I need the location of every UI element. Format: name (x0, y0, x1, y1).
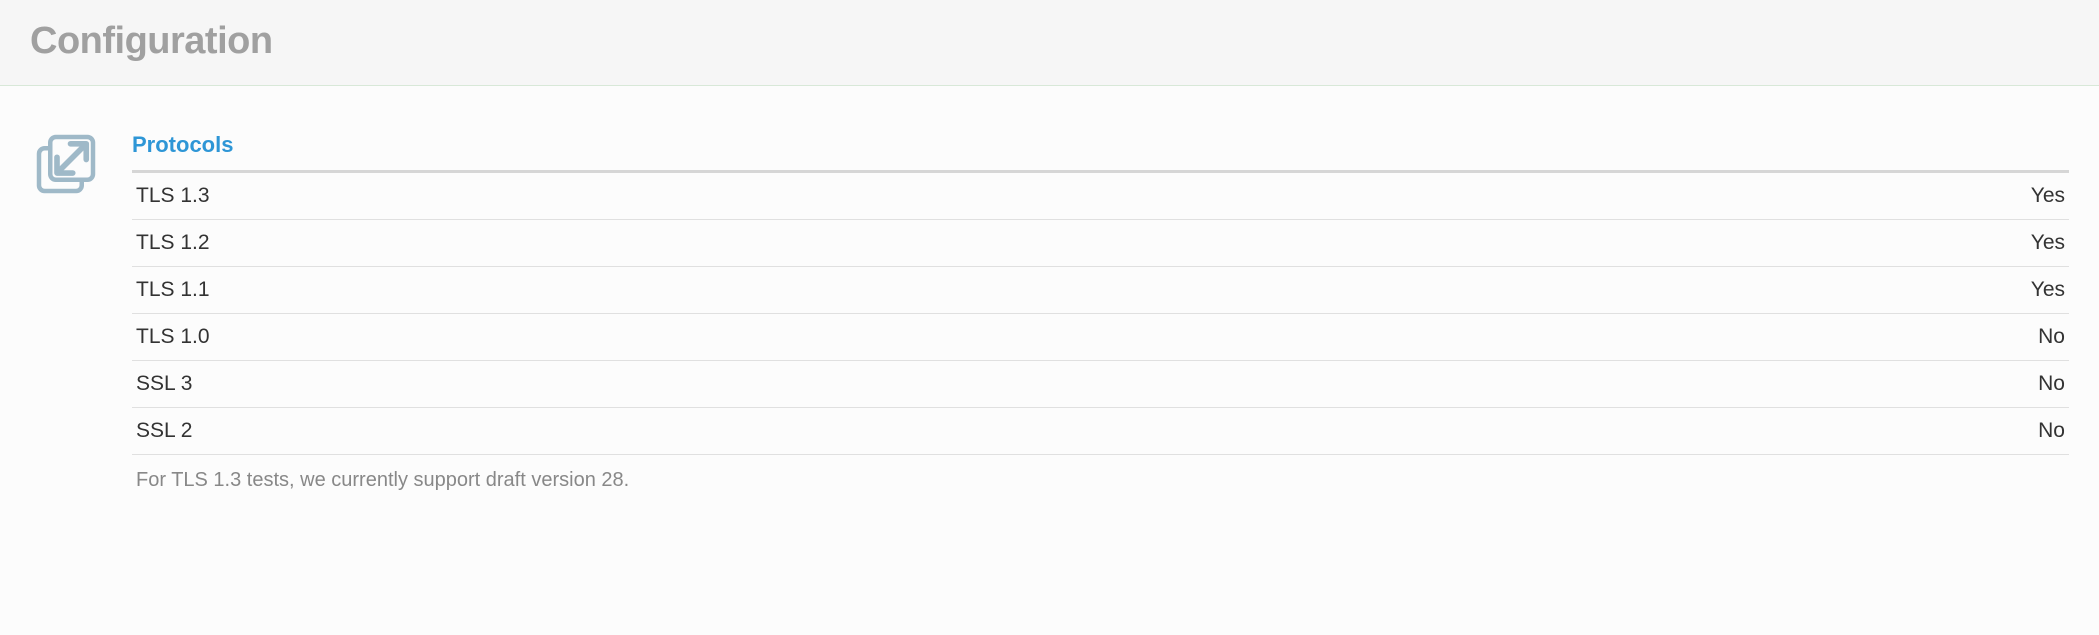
table-row: TLS 1.2Yes (132, 220, 2069, 267)
protocol-value: Yes (1408, 267, 2069, 314)
page-header: Configuration (0, 0, 2099, 86)
section-icon-column (30, 126, 102, 496)
protocols-section-title: Protocols (132, 126, 2069, 173)
table-row: TLS 1.1Yes (132, 267, 2069, 314)
table-row: TLS 1.3Yes (132, 173, 2069, 220)
protocol-value: Yes (1408, 173, 2069, 220)
protocol-value: No (1408, 314, 2069, 361)
protocol-name: SSL 3 (132, 361, 1408, 408)
protocol-name: TLS 1.1 (132, 267, 1408, 314)
protocol-name: TLS 1.0 (132, 314, 1408, 361)
protocol-value: Yes (1408, 220, 2069, 267)
content-area: Protocols TLS 1.3YesTLS 1.2YesTLS 1.1Yes… (0, 86, 2099, 516)
expand-icon[interactable] (30, 128, 102, 200)
page-title: Configuration (30, 20, 2069, 63)
protocol-name: TLS 1.2 (132, 220, 1408, 267)
table-row: SSL 3No (132, 361, 2069, 408)
protocol-name: SSL 2 (132, 408, 1408, 455)
protocols-footnote: For TLS 1.3 tests, we currently support … (132, 455, 2069, 496)
table-row: SSL 2No (132, 408, 2069, 455)
protocol-value: No (1408, 361, 2069, 408)
table-row: TLS 1.0No (132, 314, 2069, 361)
protocol-value: No (1408, 408, 2069, 455)
protocols-section: Protocols TLS 1.3YesTLS 1.2YesTLS 1.1Yes… (132, 126, 2069, 496)
protocol-name: TLS 1.3 (132, 173, 1408, 220)
protocols-table: TLS 1.3YesTLS 1.2YesTLS 1.1YesTLS 1.0NoS… (132, 173, 2069, 455)
